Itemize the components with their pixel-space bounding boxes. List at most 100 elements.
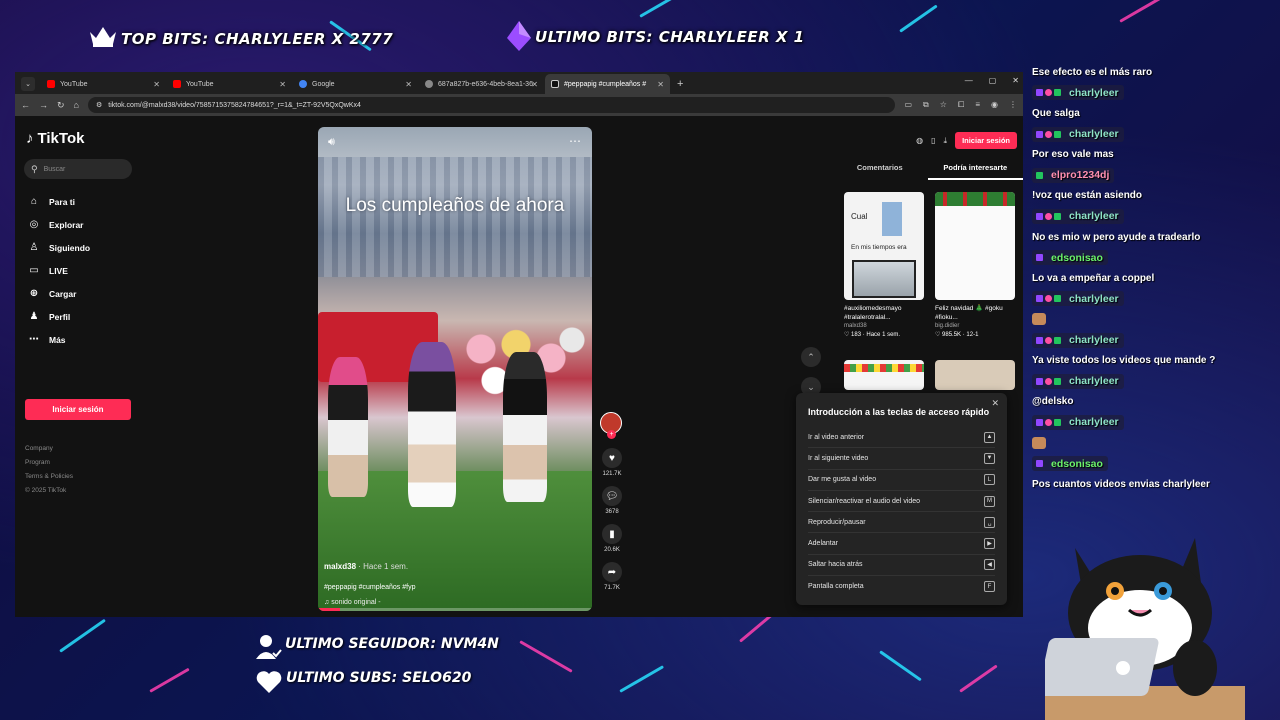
- like-action[interactable]: ♥ 121.7K: [600, 448, 624, 477]
- volume-icon[interactable]: 🔊︎: [328, 136, 335, 149]
- save-action[interactable]: ▮ 20.6K: [600, 524, 624, 553]
- suggested-video-thumb[interactable]: [935, 360, 1015, 390]
- translate-icon[interactable]: ⧉: [923, 100, 929, 110]
- youtube-favicon-icon: [173, 80, 181, 88]
- header-login-button[interactable]: Iniciar sesión: [955, 132, 1017, 149]
- download-icon[interactable]: ⤓: [944, 136, 948, 146]
- url-field[interactable]: ⚙ tiktok.com/@malxd38/video/7585715375824…: [87, 97, 896, 113]
- chat-username: charlyleer: [1069, 416, 1119, 429]
- chat-username-badge[interactable]: charlyleer: [1032, 332, 1124, 348]
- video-music[interactable]: ♫ sonido original -: [324, 599, 381, 606]
- ultimo-bits-label: ULTIMO BITS: CHARLYLEER X 1: [535, 28, 805, 46]
- chat-username-badge[interactable]: charlyleer: [1032, 208, 1124, 224]
- heart-icon: [256, 670, 282, 699]
- tiktok-logo[interactable]: ♪ TikTok: [26, 130, 84, 147]
- suggested-video-caption[interactable]: #auxiliomedesmayo #tralalerotralal... ma…: [844, 304, 928, 340]
- footer-link-terms[interactable]: Terms & Policies: [25, 470, 73, 484]
- footer-link-program[interactable]: Program: [25, 456, 73, 470]
- chat-user-row: charlyleer: [1032, 412, 1280, 433]
- previous-video-icon[interactable]: ⌃: [801, 347, 821, 367]
- share-action[interactable]: ➦ 71.7K: [600, 562, 624, 591]
- comment-action[interactable]: 💬︎ 3678: [600, 486, 624, 515]
- tab-search-icon[interactable]: ⌄: [21, 77, 35, 91]
- suggested-video-thumb[interactable]: [844, 360, 924, 390]
- broadcaster-badge-icon: [1036, 89, 1043, 97]
- theme-icon[interactable]: ◍: [916, 136, 923, 145]
- video-hashtags[interactable]: #peppapig #cumpleaños #fyp: [324, 584, 415, 591]
- close-icon[interactable]: ✕: [991, 398, 999, 409]
- heart-badge-icon: [1045, 212, 1052, 220]
- browser-tab[interactable]: 687a827b-e636-4beb-8ea1-36 ✕: [419, 74, 544, 94]
- chat-username-badge[interactable]: edsonisao: [1032, 456, 1108, 472]
- close-window-icon[interactable]: ✕: [1012, 76, 1019, 85]
- site-info-icon[interactable]: ⚙: [96, 101, 102, 109]
- thumb-garland: [935, 192, 1015, 206]
- video-caption-overlay: Los cumpleaños de ahora: [345, 195, 565, 216]
- chat-username-badge[interactable]: charlyleer: [1032, 126, 1124, 142]
- forward-icon[interactable]: →: [39, 100, 48, 110]
- video-more-icon[interactable]: ⋯: [569, 134, 582, 148]
- suggested-video-caption[interactable]: Feliz navidad 🎄 #goku #fioku... big.didi…: [935, 304, 1019, 340]
- close-tab-icon[interactable]: ✕: [279, 80, 286, 89]
- bookmark-star-icon[interactable]: ☆: [940, 100, 947, 110]
- search-input[interactable]: ⚲ Buscar: [24, 159, 132, 179]
- sidebar-item-live[interactable]: ▭ LIVE: [27, 259, 90, 282]
- chat-username: charlyleer: [1069, 292, 1119, 305]
- tiktok-note-icon: ♪: [26, 130, 34, 147]
- menu-kebab-icon[interactable]: ⋮: [1009, 100, 1017, 110]
- sidebar-item-cargar[interactable]: ⊕ Cargar: [27, 282, 90, 305]
- login-button[interactable]: Iniciar sesión: [25, 399, 131, 420]
- new-tab-icon[interactable]: +: [677, 78, 683, 90]
- youtube-favicon-icon: [47, 80, 55, 88]
- suggested-video-thumb[interactable]: Cual En mis tiempos era: [844, 192, 924, 300]
- maximize-icon[interactable]: ▢: [989, 76, 997, 85]
- shortcuts-title: Introducción a las teclas de acceso rápi…: [808, 407, 990, 417]
- sidebar-item-perfil[interactable]: ♟ Perfil: [27, 305, 90, 328]
- chat-username-badge[interactable]: charlyleer: [1032, 291, 1124, 307]
- tab-podria-interesarte[interactable]: Podría interesarte: [927, 163, 1023, 180]
- extensions-icon[interactable]: ⧠: [958, 100, 964, 110]
- sidebar-item-para-ti[interactable]: ⌂ Para ti: [27, 190, 90, 213]
- chat-username-badge[interactable]: edsonisao: [1032, 250, 1108, 266]
- chat-username-badge[interactable]: charlyleer: [1032, 85, 1124, 101]
- browser-tab-active[interactable]: #peppapig #cumpleaños # ✕: [545, 74, 670, 94]
- chat-user-row: edsonisao: [1032, 453, 1280, 474]
- browser-tab[interactable]: YouTube ✕: [41, 74, 166, 94]
- close-tab-icon[interactable]: ✕: [657, 80, 664, 89]
- upload-icon: ⊕: [29, 288, 39, 299]
- video-progress-bar[interactable]: [318, 608, 592, 611]
- chat-message: @delsko: [1032, 396, 1074, 408]
- minimize-icon[interactable]: —: [965, 76, 973, 85]
- footer-link-company[interactable]: Company: [25, 442, 73, 456]
- thumb-text: En mis tiempos era: [851, 244, 907, 251]
- tab-comentarios[interactable]: Comentarios: [832, 163, 928, 180]
- cast-icon[interactable]: ▭: [904, 100, 912, 110]
- sidebar-item-siguiendo[interactable]: ♙ Siguiendo: [27, 236, 91, 259]
- profile-icon[interactable]: ◉: [991, 100, 998, 110]
- chat-username-badge[interactable]: charlyleer: [1032, 373, 1124, 389]
- tab-list-icon[interactable]: ≡: [975, 100, 980, 110]
- browser-window: ⌄ YouTube ✕ YouTube ✕ Google ✕ 687a827b-e63…: [15, 72, 1023, 617]
- close-tab-icon[interactable]: ✕: [153, 80, 160, 89]
- video-scene-dancer: [503, 352, 547, 502]
- video-author[interactable]: malxd38 · Hace 1 sem.: [324, 562, 408, 571]
- back-icon[interactable]: ←: [21, 100, 30, 110]
- chat-username-badge[interactable]: charlyleer: [1032, 414, 1124, 430]
- google-favicon-icon: [299, 80, 307, 88]
- reload-icon[interactable]: ↻: [57, 100, 65, 111]
- close-tab-icon[interactable]: ✕: [405, 80, 412, 89]
- browser-tab[interactable]: YouTube ✕: [167, 74, 292, 94]
- chat-message: Ese efecto es el más raro: [1032, 66, 1153, 78]
- chat-user-row: charlyleer: [1032, 330, 1280, 351]
- sidebar-item-mas[interactable]: ⋯ Más: [27, 328, 90, 351]
- video-scene-dancer: [408, 342, 456, 507]
- browser-tab[interactable]: Google ✕: [293, 74, 418, 94]
- sidebar-item-explorar[interactable]: ◎ Explorar: [27, 213, 90, 236]
- device-icon[interactable]: ▯: [931, 136, 935, 145]
- chat-username-badge[interactable]: elpro1234dj: [1032, 167, 1115, 183]
- close-tab-icon[interactable]: ✕: [531, 80, 538, 89]
- video-player[interactable]: 🔊︎ ⋯ Los cumpleaños de ahora malxd38 · H…: [318, 127, 592, 611]
- suggested-video-thumb[interactable]: [935, 192, 1015, 300]
- home-icon[interactable]: ⌂: [74, 100, 79, 110]
- author-avatar[interactable]: [600, 412, 622, 439]
